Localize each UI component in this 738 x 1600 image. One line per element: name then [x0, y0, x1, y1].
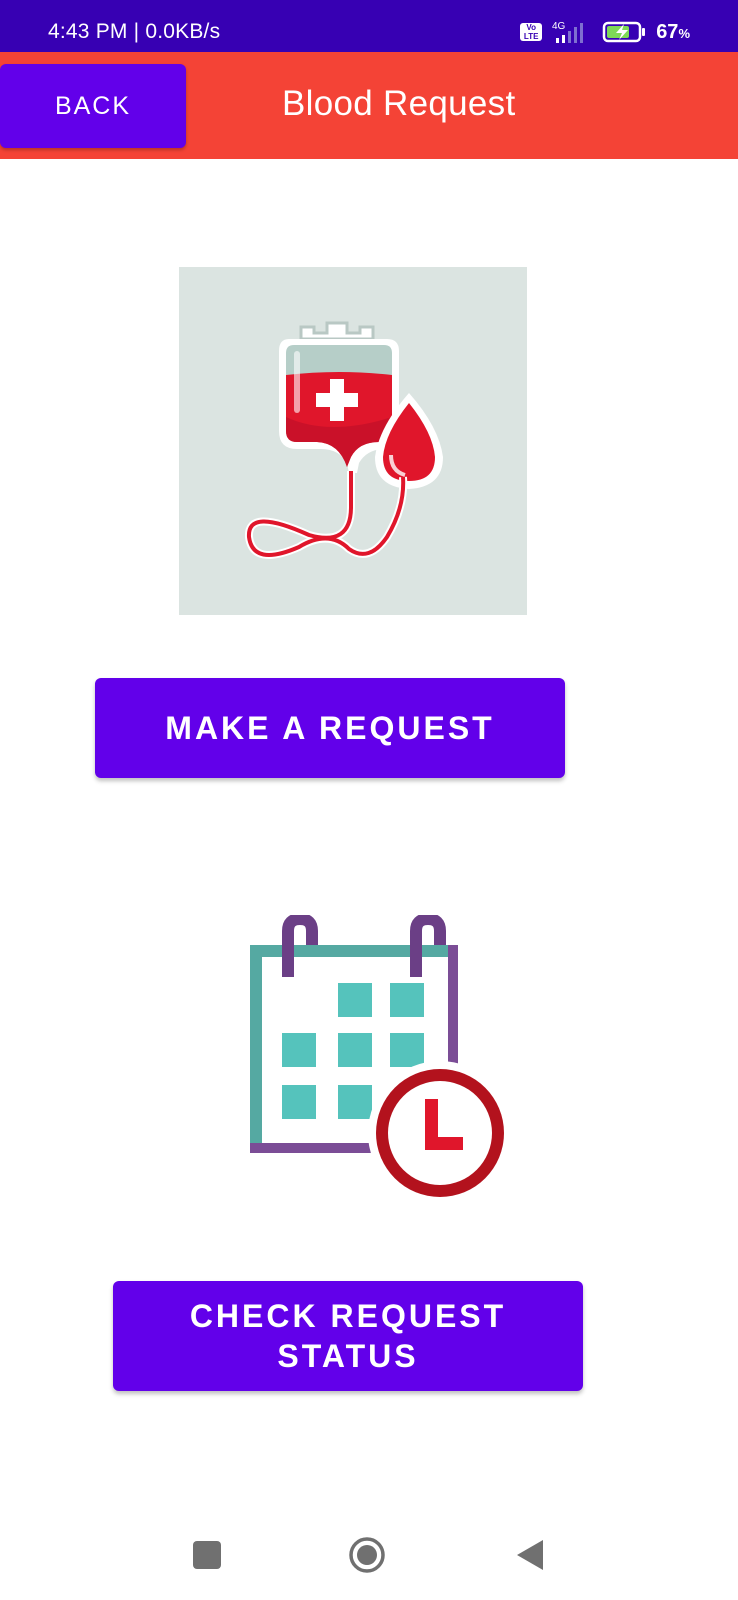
- check-status-label-line1: CHECK REQUEST: [189, 1298, 507, 1334]
- make-request-button[interactable]: MAKE A REQUEST: [95, 678, 565, 778]
- blood-bag-icon: [245, 321, 443, 559]
- status-time: 4:43 PM | 0.0KB/s: [48, 20, 221, 43]
- recent-apps-button[interactable]: [193, 1541, 221, 1569]
- blood-bag-image: [179, 267, 527, 615]
- battery-percent: 67%: [656, 20, 690, 43]
- back-button[interactable]: BACK: [0, 64, 186, 148]
- calendar-clock-icon: [250, 912, 512, 1205]
- check-status-button[interactable]: CHECK REQUEST STATUS: [113, 1281, 583, 1391]
- status-bar: 4:43 PM | 0.0KB/s Vo LTE 4G 67%: [0, 0, 738, 52]
- home-button[interactable]: [349, 1537, 385, 1573]
- app-bar: BACK Blood Request: [0, 52, 738, 159]
- check-status-label-line2: STATUS: [277, 1338, 419, 1374]
- calendar-image: [240, 912, 520, 1205]
- status-icons: Vo LTE 4G 67%: [520, 18, 690, 46]
- back-nav-button[interactable]: [515, 1538, 545, 1572]
- network-type-label: 4G: [552, 21, 566, 32]
- page-title: Blood Request: [282, 84, 516, 123]
- signal-icon: 4G: [552, 21, 584, 43]
- battery-charging-icon: [602, 21, 646, 43]
- check-status-label: CHECK REQUEST STATUS: [190, 1296, 506, 1376]
- volte-icon: Vo LTE: [520, 23, 543, 41]
